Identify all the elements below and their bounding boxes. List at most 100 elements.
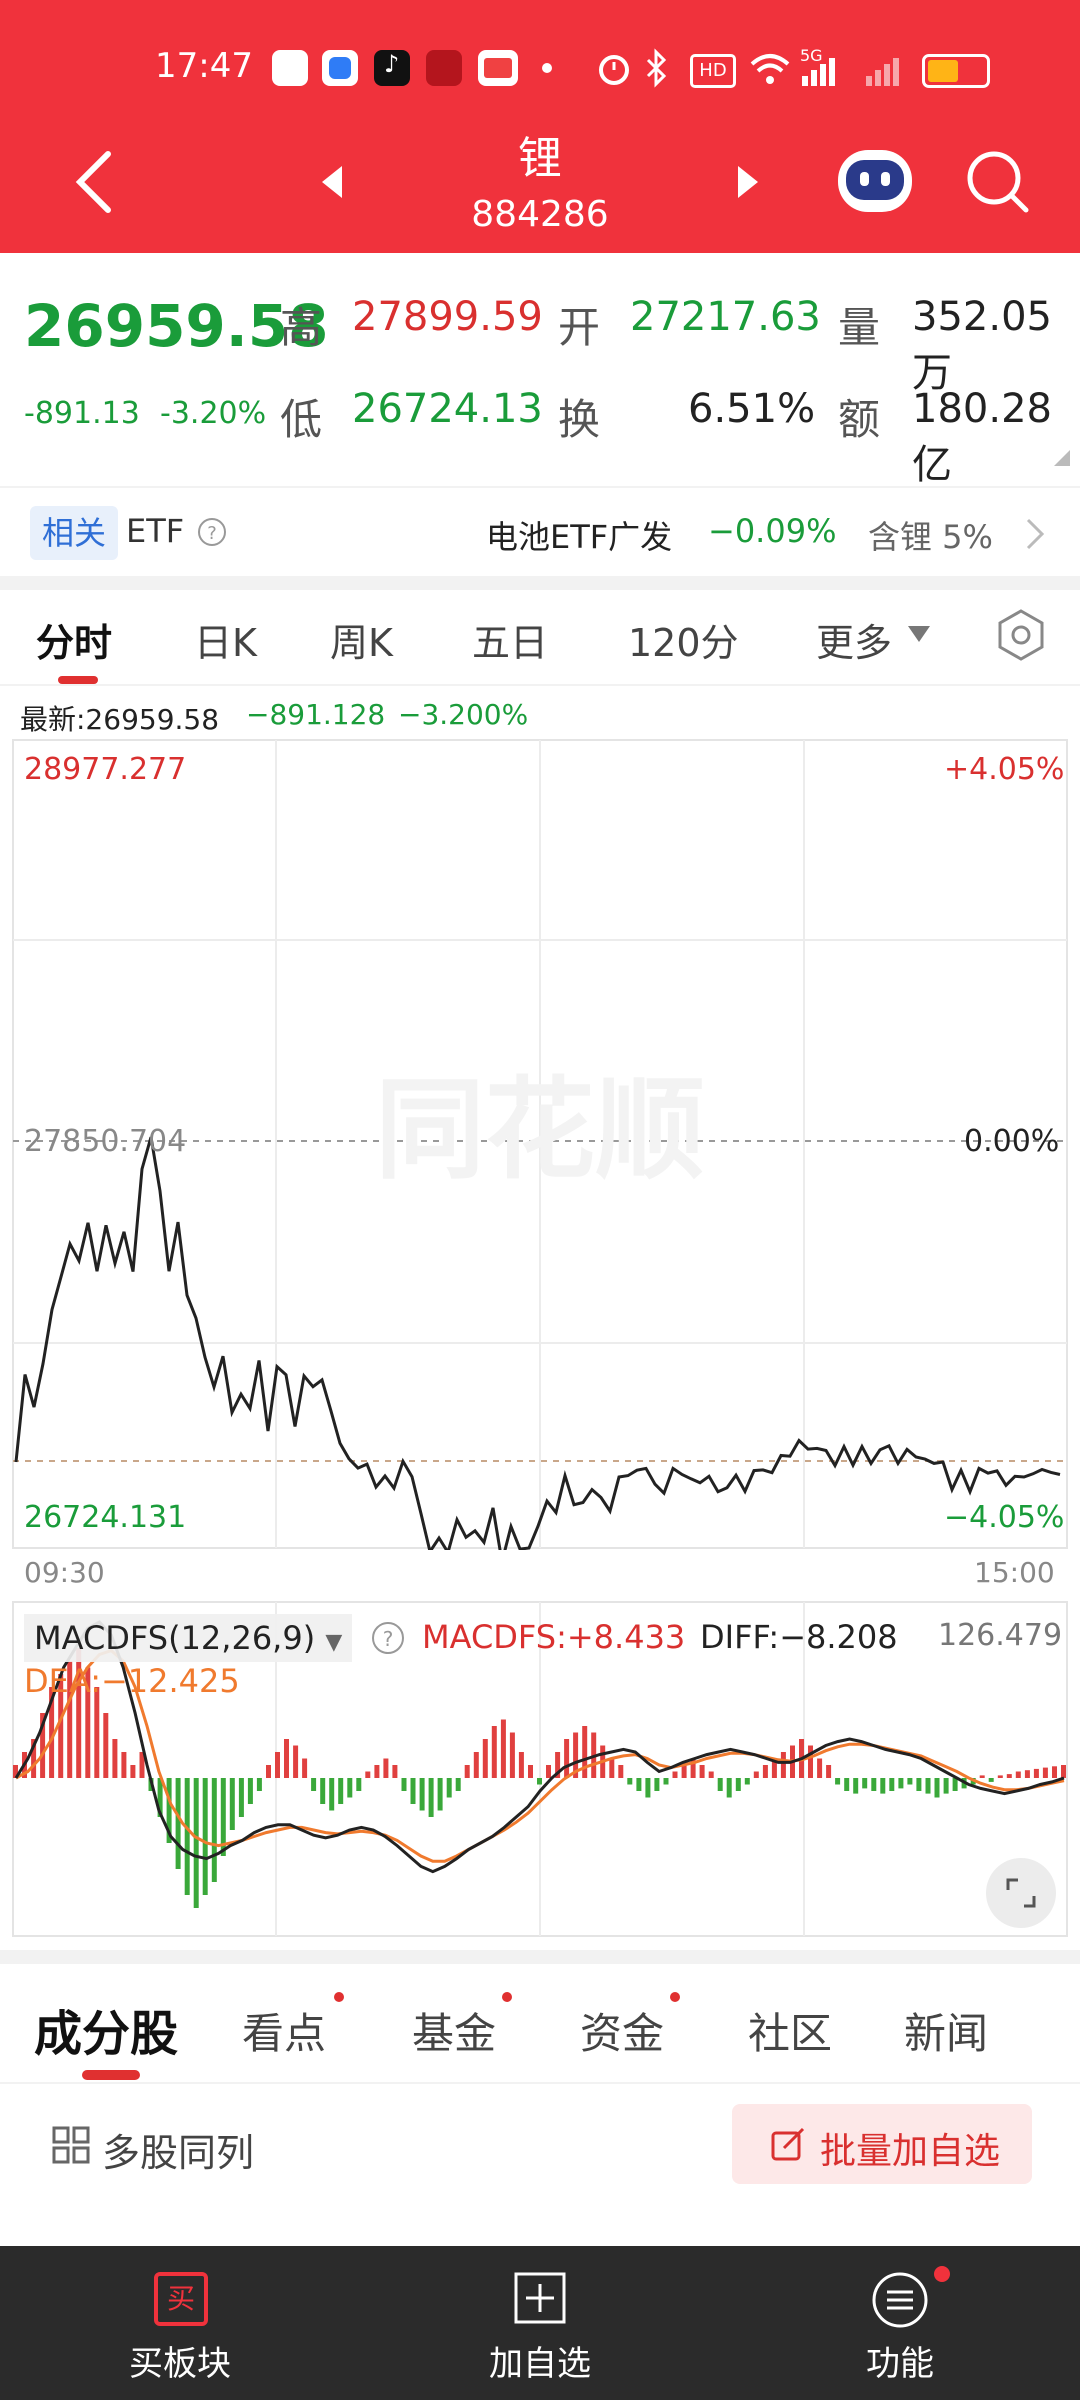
chart-latest: 最新:26959.58: [20, 703, 220, 736]
macd-bar: [473, 1752, 479, 1778]
etf-fund-name[interactable]: 电池ETF广发: [486, 512, 672, 558]
chevron-right-icon[interactable]: [1024, 516, 1046, 552]
macd-bar: [401, 1778, 407, 1791]
etf-fund-change: −0.09%: [708, 512, 837, 550]
tab-community[interactable]: 社区: [748, 2000, 832, 2061]
macd-bar: [663, 1778, 669, 1785]
tab-news[interactable]: 新闻: [904, 2000, 988, 2061]
tab-highlights[interactable]: 看点: [242, 2000, 326, 2061]
indicator-selector[interactable]: MACDFS(12,26,9) ▼: [24, 1614, 353, 1662]
multi-stock-view[interactable]: 多股同列: [102, 2122, 254, 2177]
macd-bar: [229, 1778, 235, 1830]
robot-assistant-icon[interactable]: [838, 150, 912, 212]
macd-bar: [546, 1765, 551, 1778]
low-label: 低: [280, 395, 323, 444]
macd-bar: [175, 1778, 181, 1869]
tab-daily-k[interactable]: 日K: [194, 612, 257, 667]
amount-value: 180.28亿: [912, 386, 1052, 488]
macd-bar: [1052, 1766, 1057, 1778]
macd-bar: [202, 1778, 208, 1895]
high-value: 27899.59: [352, 294, 543, 340]
expand-corner-icon[interactable]: [1054, 450, 1070, 466]
macd-bar: [717, 1778, 723, 1791]
indicator-name: MACDFS(12,26,9): [34, 1619, 316, 1657]
macd-bar: [509, 1732, 515, 1778]
dropdown-arrow-icon[interactable]: [906, 624, 932, 644]
notification-dot: [502, 1992, 512, 2002]
fullscreen-button[interactable]: [986, 1858, 1056, 1928]
buy-sector-button[interactable]: 买板块: [80, 2336, 280, 2385]
functions-button[interactable]: 功能: [800, 2336, 1000, 2385]
divider: [0, 486, 1080, 488]
wifi-icon: [750, 54, 790, 84]
etf-holding: 含锂 5%: [868, 518, 993, 556]
macd-bar: [871, 1778, 877, 1791]
macd-bar: [654, 1778, 660, 1791]
chart-latest-diff: −891.128: [246, 698, 386, 731]
chart-start-time: 09:30: [24, 1556, 105, 1589]
signal-icon: [802, 58, 835, 86]
macd-bar: [1024, 1770, 1030, 1778]
tab-120min[interactable]: 120分: [628, 612, 739, 667]
signal-icon-2: [866, 58, 899, 86]
search-icon[interactable]: [964, 148, 1030, 214]
alarm-icon: [599, 55, 629, 85]
price-change-pct: -3.20%: [160, 396, 267, 431]
macd-bar: [347, 1778, 353, 1798]
tab-constituents[interactable]: 成分股: [34, 1994, 178, 2064]
tab-weekly-k[interactable]: 周K: [330, 612, 393, 667]
section-gap: [0, 576, 1080, 590]
macd-bar: [862, 1778, 868, 1789]
open-value: 27217.63: [630, 294, 821, 340]
next-stock-icon[interactable]: [734, 164, 762, 200]
macd-bar: [1061, 1765, 1066, 1778]
macd-bar: [627, 1778, 633, 1785]
macd-bar: [184, 1778, 190, 1895]
macd-bar: [898, 1778, 904, 1789]
macd-bar: [726, 1778, 732, 1798]
menu-icon: [872, 2272, 928, 2328]
add-watchlist-button[interactable]: 加自选: [440, 2336, 640, 2385]
buy-icon: 买: [154, 2272, 208, 2326]
notification-dot: [934, 2266, 950, 2282]
help-icon[interactable]: ?: [196, 516, 228, 548]
macd-max-value: 126.479: [938, 1618, 1063, 1653]
macd-bar: [826, 1765, 832, 1778]
tab-capital[interactable]: 资金: [580, 2000, 664, 2061]
tab-intraday[interactable]: 分时: [36, 612, 112, 667]
low-value: 26724.13: [352, 386, 543, 432]
turnover-value: 6.51%: [688, 386, 816, 432]
macd-bar: [808, 1745, 813, 1778]
chart-bottom-pct: −4.05%: [944, 1500, 1065, 1535]
macd-bar: [455, 1778, 461, 1791]
batch-add-label: 批量加自选: [820, 2131, 1001, 2172]
macd-bar: [880, 1778, 886, 1794]
app-notification-icon: [272, 50, 308, 86]
volume-value: 352.05万: [912, 294, 1052, 396]
macd-bar: [1042, 1767, 1048, 1778]
batch-add-button[interactable]: 批量加自选: [732, 2104, 1032, 2184]
chart-settings-icon[interactable]: [994, 608, 1048, 662]
tab-five-day[interactable]: 五日: [472, 612, 548, 667]
tab-more[interactable]: 更多: [816, 612, 892, 667]
macd-bar: [645, 1778, 651, 1798]
macd-bar: [121, 1752, 127, 1778]
macd-bar: [419, 1778, 425, 1811]
macd-bar: [636, 1778, 642, 1791]
macd-bar: [256, 1778, 262, 1791]
macd-bar: [193, 1778, 199, 1908]
bluetooth-icon: [646, 48, 667, 88]
macd-bar: [1006, 1774, 1012, 1778]
macd-bar: [925, 1778, 931, 1794]
macd-bar: [844, 1778, 850, 1791]
toutiao-icon: [478, 50, 518, 86]
macd-bar: [293, 1745, 299, 1778]
volume-label: 量: [838, 303, 881, 352]
macd-bar: [699, 1765, 705, 1778]
indicator-help-icon[interactable]: ?: [370, 1620, 406, 1656]
tab-funds[interactable]: 基金: [412, 2000, 496, 2061]
svg-text:?: ?: [207, 523, 217, 544]
grid-icon: [52, 2126, 90, 2164]
macd-bar: [518, 1752, 524, 1778]
macd-bar: [356, 1778, 362, 1791]
